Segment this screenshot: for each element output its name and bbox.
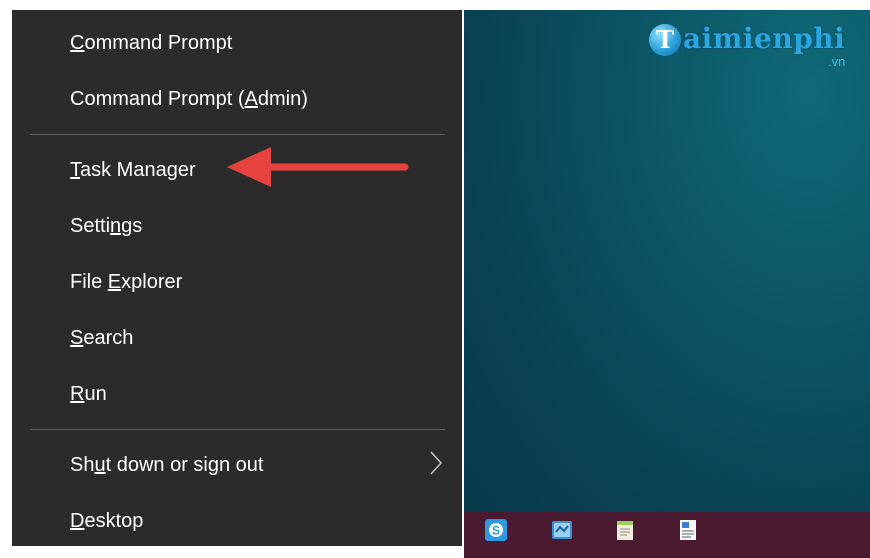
menu-item-task-manager[interactable]: Task Manager — [70, 150, 196, 190]
desktop-background — [464, 10, 870, 558]
chevron-right-icon — [430, 451, 443, 475]
menu-item-desktop[interactable]: Desktop — [70, 501, 143, 541]
menu-item-command-prompt-admin[interactable]: Command Prompt (Admin) — [70, 79, 308, 119]
menu-item-search[interactable]: Search — [70, 318, 133, 358]
notepad-icon[interactable] — [613, 518, 637, 542]
menu-item-settings[interactable]: Settings — [70, 206, 142, 246]
menu-separator — [30, 134, 445, 135]
menu-item-command-prompt[interactable]: Command Prompt — [70, 23, 232, 63]
logo-text: aimienphi — [683, 22, 846, 55]
watermark-logo: T aimienphi .vn — [649, 22, 864, 72]
menu-item-shut-down[interactable]: Shut down or sign out — [70, 445, 263, 485]
taskbar — [464, 512, 870, 558]
network-app-icon[interactable] — [550, 518, 574, 542]
menu-item-file-explorer[interactable]: File Explorer — [70, 262, 182, 302]
logo-mark: T — [649, 24, 681, 56]
logo-domain: .vn — [828, 54, 846, 69]
red-arrow-left-icon — [227, 147, 409, 187]
wordpad-icon[interactable] — [676, 518, 700, 542]
menu-item-run[interactable]: Run — [70, 374, 107, 414]
skype-icon[interactable]: S — [484, 518, 508, 542]
page-margin — [0, 546, 464, 558]
power-user-menu: Command Prompt Command Prompt (Admin) Ta… — [12, 10, 462, 546]
menu-separator — [30, 429, 445, 430]
svg-text:S: S — [492, 524, 500, 538]
